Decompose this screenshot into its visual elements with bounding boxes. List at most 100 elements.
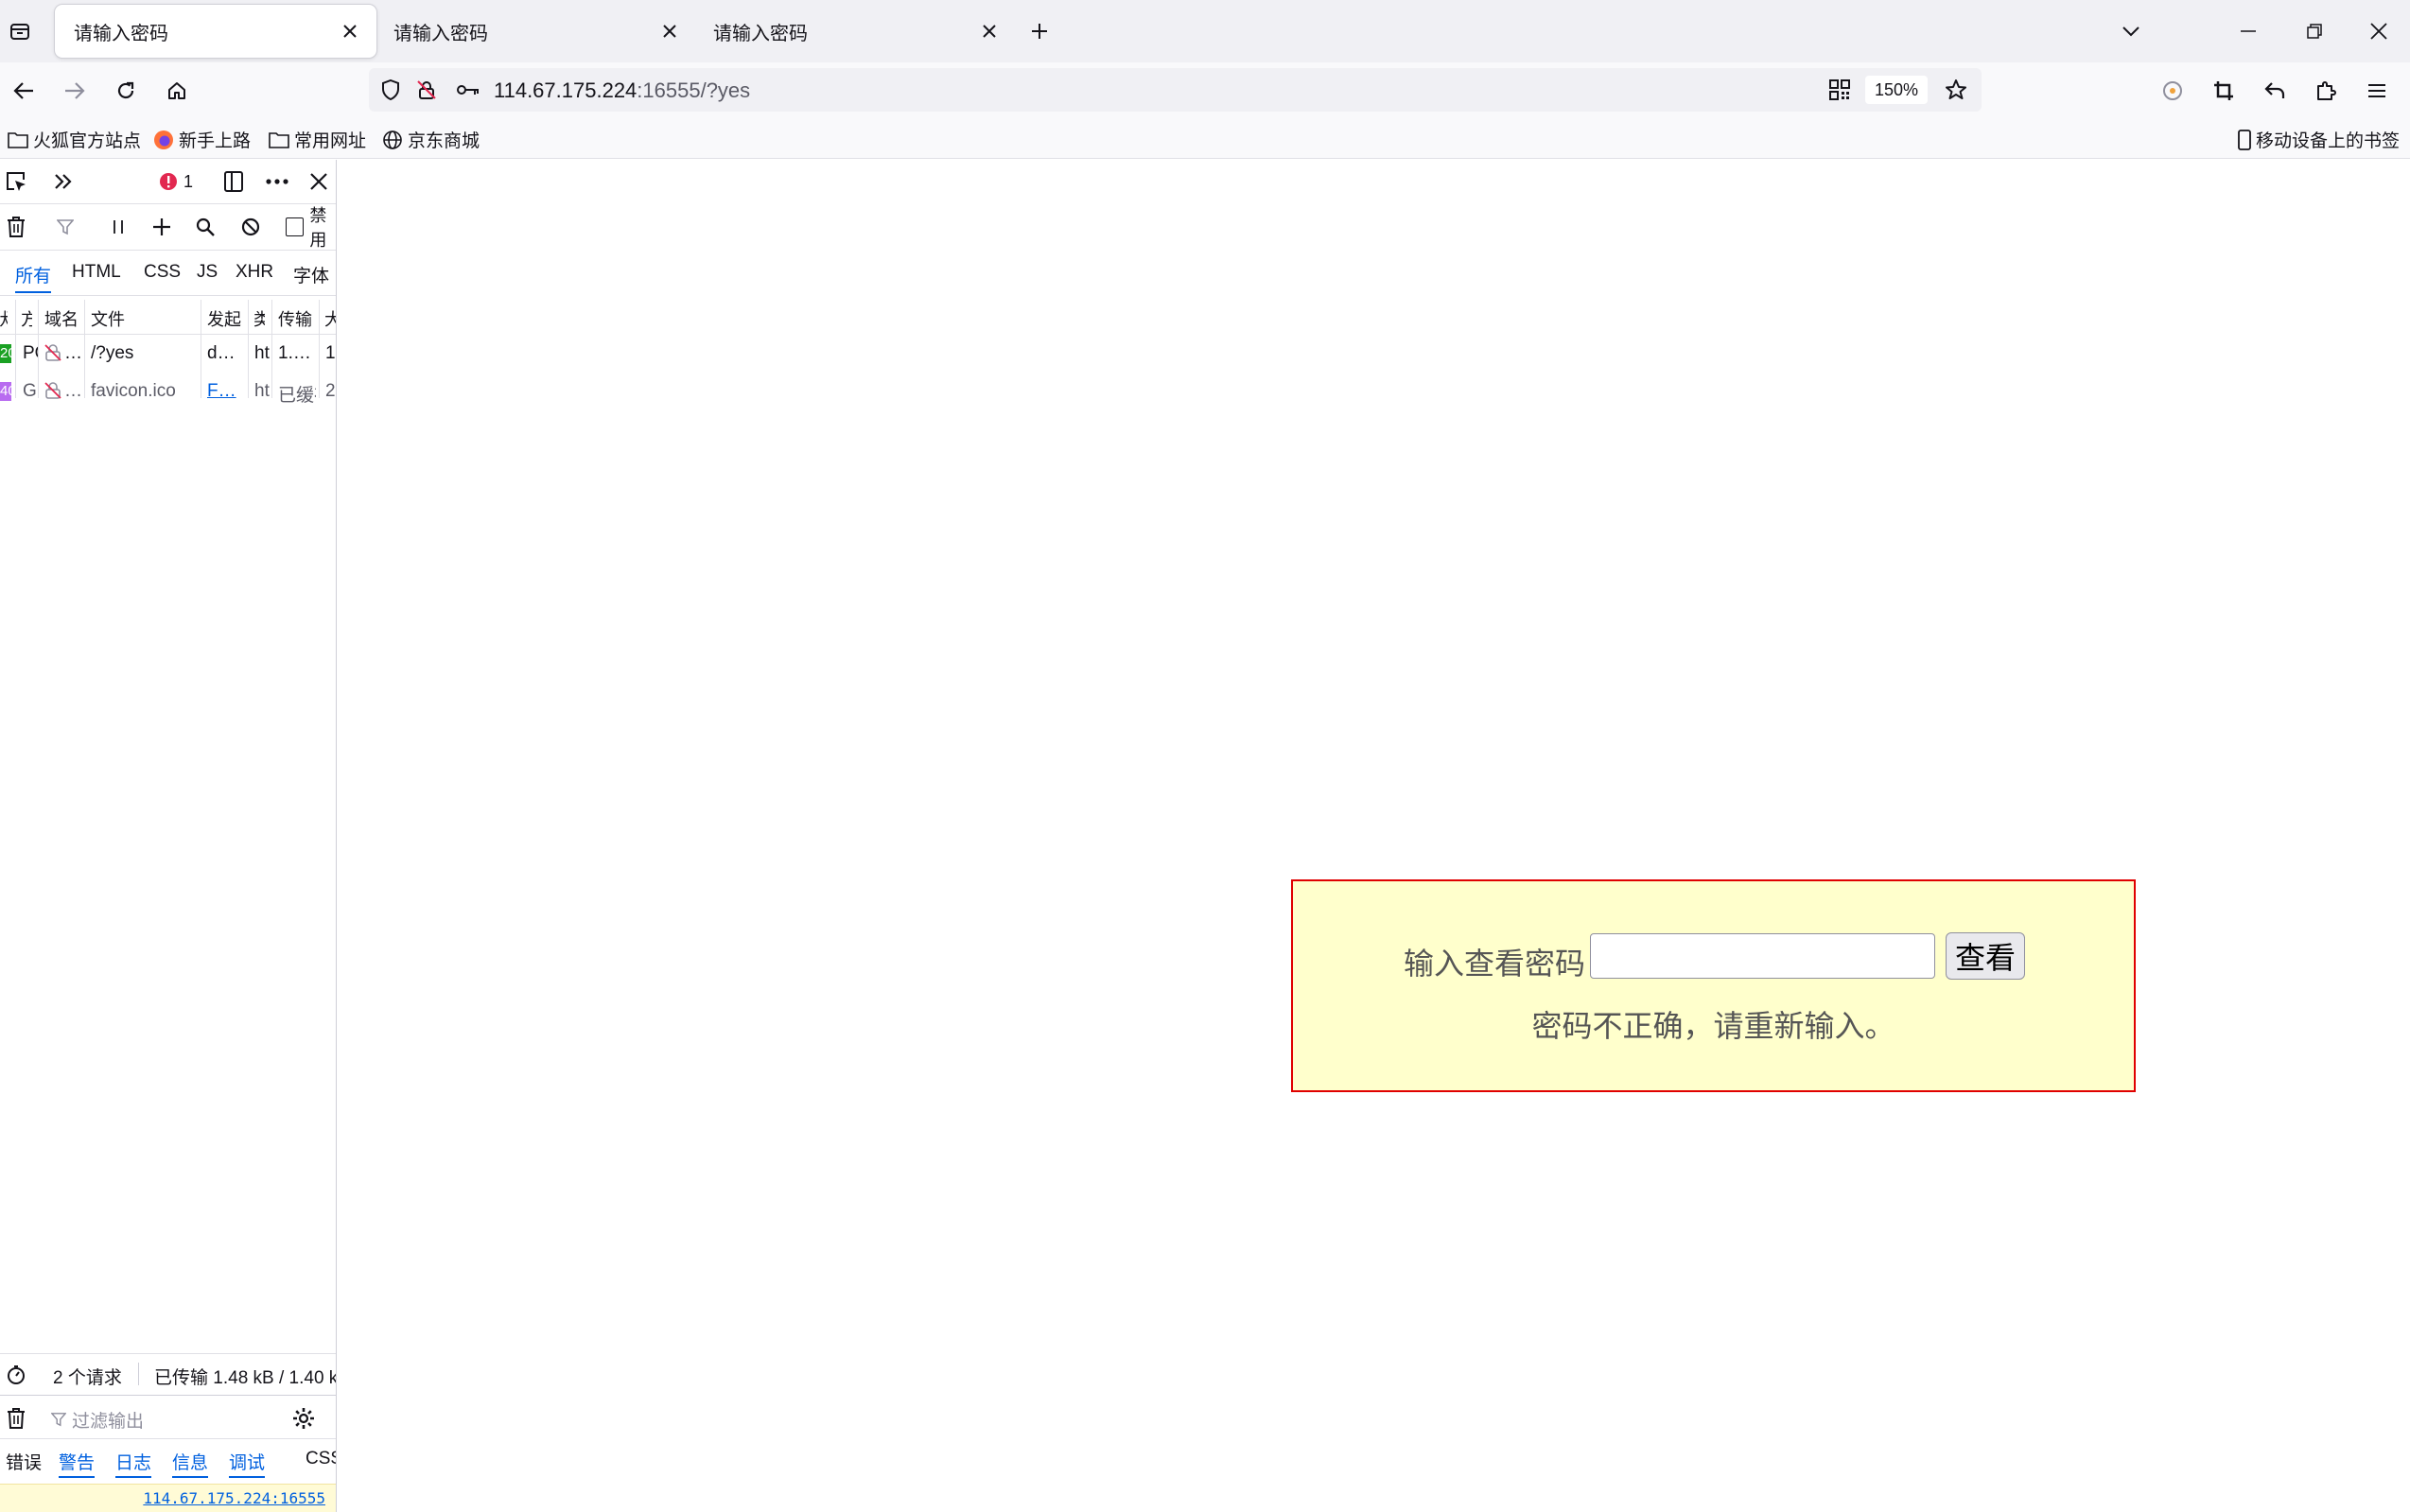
pause-icon[interactable] bbox=[104, 213, 132, 241]
request-initiator-link[interactable]: F… bbox=[207, 381, 245, 402]
mobile-device-icon bbox=[2238, 129, 2251, 150]
close-tab-icon[interactable] bbox=[656, 18, 683, 44]
url-text[interactable]: 114.67.175.224:16555/?yes bbox=[494, 78, 750, 103]
request-transferred: 已缓存 bbox=[278, 386, 316, 406]
trash-icon[interactable] bbox=[2, 213, 30, 241]
bookmark-label: 京东商城 bbox=[408, 131, 480, 151]
console-trash-icon[interactable] bbox=[2, 1404, 30, 1433]
tab-title: 请输入密码 bbox=[393, 23, 488, 44]
divider bbox=[0, 250, 336, 251]
table-row[interactable]: 404 G … favicon.ico F… ht 已缓存 29 bbox=[0, 374, 336, 409]
qr-code-icon[interactable] bbox=[1827, 78, 1852, 102]
devtools-panel: 1 禁用 所有 HTML CSS JS XHR 字体 状 方 域名 文件 发起 bbox=[0, 160, 337, 1512]
screenshot-crop-icon[interactable] bbox=[2208, 75, 2240, 107]
dock-side-icon[interactable] bbox=[219, 167, 248, 196]
column-file[interactable]: 文件 bbox=[91, 306, 195, 331]
column-type[interactable]: 类 bbox=[253, 306, 265, 331]
status-badge: 200 bbox=[0, 344, 11, 363]
filter-funnel-icon[interactable] bbox=[51, 213, 79, 241]
disable-cache-checkbox[interactable]: 禁用 bbox=[286, 206, 336, 250]
console-tab-debug[interactable]: 调试 bbox=[229, 1449, 266, 1478]
summary-transferred: 已传输 1.48 kB / 1.40 k bbox=[154, 1368, 337, 1388]
console-tab-errors[interactable]: 错误 bbox=[6, 1449, 42, 1474]
puzzle-extensions-icon[interactable] bbox=[2310, 75, 2342, 107]
zoom-level[interactable]: 150% bbox=[1865, 76, 1928, 104]
bookmark-label: 常用网址 bbox=[294, 131, 367, 151]
divider bbox=[0, 1353, 336, 1354]
request-type: ht bbox=[254, 381, 270, 401]
close-tab-icon[interactable] bbox=[337, 18, 363, 44]
bookmark-firefox-site[interactable]: 火狐官方站点 bbox=[8, 127, 141, 152]
back-icon[interactable] bbox=[8, 75, 40, 107]
error-count: 1 bbox=[183, 171, 193, 191]
bookmark-star-icon[interactable] bbox=[1943, 77, 1969, 103]
console-tab-logs[interactable]: 日志 bbox=[115, 1449, 152, 1478]
address-bar[interactable]: 114.67.175.224:16555/?yes 150% bbox=[369, 68, 1982, 112]
request-method: PO bbox=[23, 343, 38, 363]
insecure-lock-icon[interactable] bbox=[414, 78, 439, 102]
checkbox-box[interactable] bbox=[286, 217, 305, 236]
bookmark-common-sites[interactable]: 常用网址 bbox=[269, 127, 366, 152]
request-size: 1. bbox=[325, 343, 336, 363]
filter-tab-js[interactable]: JS bbox=[197, 262, 218, 283]
filter-tab-all[interactable]: 所有 bbox=[15, 262, 52, 293]
minimize-icon[interactable] bbox=[2234, 17, 2262, 45]
more-options-icon[interactable] bbox=[263, 167, 291, 196]
more-tools-chevron-icon[interactable] bbox=[49, 167, 78, 196]
column-size[interactable]: 大 bbox=[324, 306, 336, 331]
filter-tab-css[interactable]: CSS bbox=[144, 262, 181, 283]
reload-icon[interactable] bbox=[110, 75, 142, 107]
hamburger-menu-icon[interactable] bbox=[2361, 75, 2393, 107]
password-input[interactable] bbox=[1590, 933, 1935, 979]
table-row[interactable]: 200 PO … /?yes d… ht 1.… 1. bbox=[0, 336, 336, 372]
disable-cache-label: 禁用 bbox=[309, 206, 327, 250]
filter-tab-html[interactable]: HTML bbox=[72, 262, 121, 283]
request-domain: … bbox=[64, 343, 82, 363]
tab-title: 请输入密码 bbox=[74, 23, 168, 44]
forward-icon[interactable] bbox=[59, 75, 91, 107]
summary-requests: 2 个请求 bbox=[53, 1368, 122, 1388]
add-request-icon[interactable] bbox=[148, 213, 176, 241]
console-tab-warnings[interactable]: 警告 bbox=[59, 1449, 96, 1478]
filter-tab-fonts[interactable]: 字体 bbox=[293, 262, 329, 287]
firefox-logo-icon bbox=[154, 130, 173, 149]
column-method[interactable]: 方 bbox=[21, 306, 32, 331]
bookmark-getting-started[interactable]: 新手上路 bbox=[153, 127, 251, 152]
shield-icon[interactable] bbox=[378, 78, 403, 102]
mobile-bookmarks[interactable]: 移动设备上的书签 bbox=[2238, 127, 2400, 152]
column-initiator[interactable]: 发起 bbox=[207, 306, 245, 331]
close-window-icon[interactable] bbox=[2365, 17, 2393, 45]
view-button[interactable]: 查看 bbox=[1946, 932, 2025, 980]
column-status[interactable]: 状 bbox=[0, 306, 8, 331]
bookmark-label: 火狐官方站点 bbox=[33, 131, 142, 151]
restore-icon[interactable] bbox=[2300, 17, 2329, 45]
error-count-badge[interactable]: 1 bbox=[155, 167, 197, 196]
home-icon[interactable] bbox=[161, 75, 193, 107]
bookmark-jd[interactable]: 京东商城 bbox=[382, 127, 480, 152]
tab-list-icon[interactable] bbox=[6, 17, 34, 45]
navigation-bar: 114.67.175.224:16555/?yes 150% bbox=[0, 62, 2410, 119]
key-icon[interactable] bbox=[456, 78, 480, 102]
timer-icon[interactable] bbox=[2, 1361, 30, 1389]
tab-1[interactable]: 请输入密码 bbox=[55, 5, 376, 58]
column-transferred[interactable]: 传输 bbox=[278, 306, 316, 331]
extension-icon[interactable] bbox=[2157, 75, 2189, 107]
column-domain[interactable]: 域名 bbox=[44, 306, 80, 331]
new-tab-icon[interactable] bbox=[1025, 17, 1054, 45]
close-devtools-icon[interactable] bbox=[305, 167, 333, 196]
element-picker-icon[interactable] bbox=[2, 167, 30, 196]
console-source-link[interactable]: 114.67.175.224:16555 bbox=[143, 1489, 325, 1507]
filter-tab-xhr[interactable]: XHR bbox=[236, 262, 273, 283]
tab-2[interactable]: 请输入密码 bbox=[375, 5, 696, 58]
block-icon[interactable] bbox=[236, 213, 265, 241]
undo-icon[interactable] bbox=[2259, 75, 2291, 107]
chevron-down-icon[interactable] bbox=[2117, 17, 2145, 45]
console-tab-css[interactable]: CSS bbox=[306, 1449, 336, 1469]
url-host: 114.67.175.224 bbox=[494, 78, 637, 102]
search-icon[interactable] bbox=[191, 213, 219, 241]
console-filter-input[interactable]: 过滤输出 bbox=[51, 1406, 278, 1433]
tab-3[interactable]: 请输入密码 bbox=[694, 5, 1016, 58]
gear-icon[interactable] bbox=[289, 1404, 318, 1433]
close-tab-icon[interactable] bbox=[976, 18, 1003, 44]
console-tab-info[interactable]: 信息 bbox=[172, 1449, 209, 1478]
